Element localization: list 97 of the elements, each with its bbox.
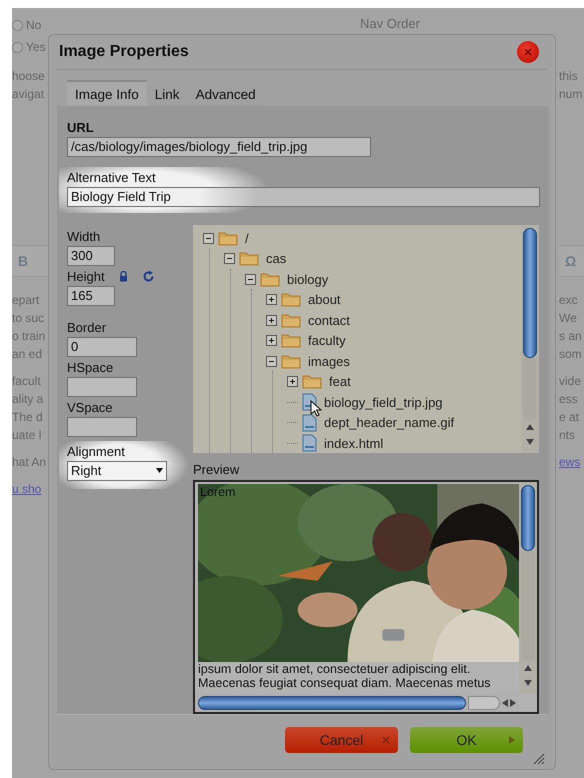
tree-item[interactable]: feat bbox=[329, 374, 351, 390]
file-icon bbox=[302, 414, 317, 432]
preview-text: Lorem bbox=[200, 484, 236, 499]
folder-icon bbox=[260, 272, 280, 287]
field-label: Border bbox=[67, 320, 108, 335]
collapse-icon[interactable] bbox=[245, 274, 256, 285]
paragraph-line: nts bbox=[559, 427, 576, 444]
close-button[interactable] bbox=[517, 41, 539, 64]
scrollbar-thumb[interactable] bbox=[521, 484, 535, 551]
alignment-label: Alignment bbox=[67, 444, 126, 459]
field-label: Height bbox=[67, 268, 105, 284]
tree-item[interactable]: biology bbox=[287, 272, 328, 287]
folder-icon bbox=[281, 333, 301, 348]
hint-text: hoose bbox=[12, 68, 46, 85]
scroll-right-icon[interactable] bbox=[510, 698, 516, 707]
expand-icon[interactable] bbox=[266, 335, 277, 346]
refresh-icon[interactable] bbox=[142, 270, 155, 283]
expand-icon[interactable] bbox=[287, 376, 298, 388]
paragraph-line: o train bbox=[12, 328, 46, 345]
resize-grip-icon[interactable] bbox=[533, 753, 545, 765]
dialog-title: Image Properties bbox=[59, 43, 189, 62]
size-field[interactable]: 165 bbox=[67, 286, 115, 306]
alignment-select[interactable]: Right bbox=[67, 460, 167, 481]
tab[interactable]: Image Info bbox=[67, 80, 147, 106]
tree-item[interactable]: biology_field_trip.jpg bbox=[324, 394, 443, 410]
scroll-up-icon[interactable] bbox=[526, 424, 534, 430]
paragraph-line: ality a bbox=[12, 391, 44, 408]
collapse-icon[interactable] bbox=[203, 232, 214, 244]
hint-text: this bbox=[559, 68, 579, 85]
paragraph-line: to suc bbox=[12, 310, 46, 327]
alt-text-label: Alternative Text bbox=[67, 170, 157, 185]
collapse-icon[interactable] bbox=[224, 253, 235, 264]
paragraph-line: vide bbox=[559, 373, 582, 390]
field-label: HSpace bbox=[67, 360, 114, 375]
spacing-field[interactable]: 0 bbox=[67, 336, 137, 357]
paragraph-line: e at bbox=[559, 409, 580, 426]
folder-icon bbox=[281, 354, 301, 369]
paragraph-line: The d bbox=[12, 409, 44, 426]
radio-button[interactable] bbox=[12, 42, 23, 52]
scrollbar[interactable] bbox=[195, 694, 519, 712]
arrow-icon bbox=[509, 736, 515, 744]
folder-icon bbox=[281, 312, 301, 328]
preview-label: Preview bbox=[193, 462, 240, 477]
hint-text: num bbox=[559, 86, 584, 103]
size-field[interactable]: 300 bbox=[67, 246, 115, 266]
paragraph-line: hat An bbox=[12, 454, 48, 471]
radio-button[interactable] bbox=[12, 20, 23, 30]
spacing-field[interactable] bbox=[67, 376, 137, 397]
folder-icon bbox=[281, 292, 301, 308]
paragraph-line: We bbox=[559, 310, 578, 327]
scroll-left-icon[interactable] bbox=[502, 698, 508, 707]
url-field[interactable]: /cas/biology/images/biology_field_trip.jpg bbox=[67, 136, 371, 157]
alt-text-field[interactable]: Biology Field Trip bbox=[67, 186, 540, 207]
folder-icon bbox=[239, 251, 259, 266]
scrollbar-thumb[interactable] bbox=[523, 228, 537, 358]
url-label: URL bbox=[67, 120, 95, 135]
tree-item[interactable]: cas bbox=[266, 251, 286, 266]
paragraph-line: ess bbox=[559, 391, 579, 408]
dropdown-arrow-icon bbox=[156, 468, 163, 474]
nav-order-label: Nav Order bbox=[360, 17, 421, 31]
paragraph-line: som bbox=[559, 346, 583, 363]
paragraph-line: s an bbox=[559, 328, 583, 345]
radio-label: No bbox=[26, 17, 42, 34]
tree-item[interactable]: index.html bbox=[324, 436, 384, 451]
lock-icon[interactable] bbox=[118, 270, 128, 282]
paragraph-line: an ed bbox=[12, 346, 44, 363]
close-icon bbox=[524, 48, 532, 56]
collapse-icon[interactable] bbox=[266, 356, 277, 367]
folder-icon bbox=[302, 374, 322, 390]
tree-item[interactable]: dept_header_name.gif bbox=[324, 415, 454, 430]
folder-icon bbox=[218, 230, 238, 246]
ok-button[interactable]: OK bbox=[410, 726, 523, 753]
scrollbar-thumb[interactable] bbox=[198, 696, 466, 710]
tree-item[interactable]: / bbox=[245, 230, 249, 246]
paragraph-line: epart bbox=[12, 292, 40, 309]
scroll-up-icon[interactable] bbox=[524, 665, 532, 672]
radio-label: Yes bbox=[26, 39, 46, 56]
field-label: Width bbox=[67, 228, 100, 244]
tree-item[interactable]: faculty bbox=[308, 333, 346, 348]
file-icon bbox=[302, 434, 317, 452]
spacing-field[interactable] bbox=[67, 416, 137, 437]
paragraph-line: facult bbox=[12, 373, 42, 390]
paragraph-line: uate l bbox=[12, 427, 42, 444]
expand-icon[interactable] bbox=[266, 294, 277, 306]
scroll-down-icon[interactable] bbox=[526, 439, 534, 446]
expand-icon[interactable] bbox=[266, 314, 277, 326]
tree-item[interactable]: contact bbox=[308, 312, 350, 328]
scrollbar[interactable] bbox=[521, 224, 539, 453]
scroll-down-icon[interactable] bbox=[524, 680, 532, 686]
preview-paragraph: ipsum dolor sit amet, consectetuer adipiscing elit. Maecenas feugiat consequat diam. Maecenas metus bbox=[198, 662, 492, 690]
scrollbar[interactable] bbox=[519, 482, 537, 694]
hint-text: avigat bbox=[12, 86, 46, 103]
tree-item[interactable]: images bbox=[308, 354, 350, 369]
paragraph-line: exc bbox=[559, 292, 579, 309]
field-label: VSpace bbox=[67, 400, 114, 415]
tree-item[interactable]: about bbox=[308, 292, 341, 308]
close-icon bbox=[382, 736, 390, 744]
